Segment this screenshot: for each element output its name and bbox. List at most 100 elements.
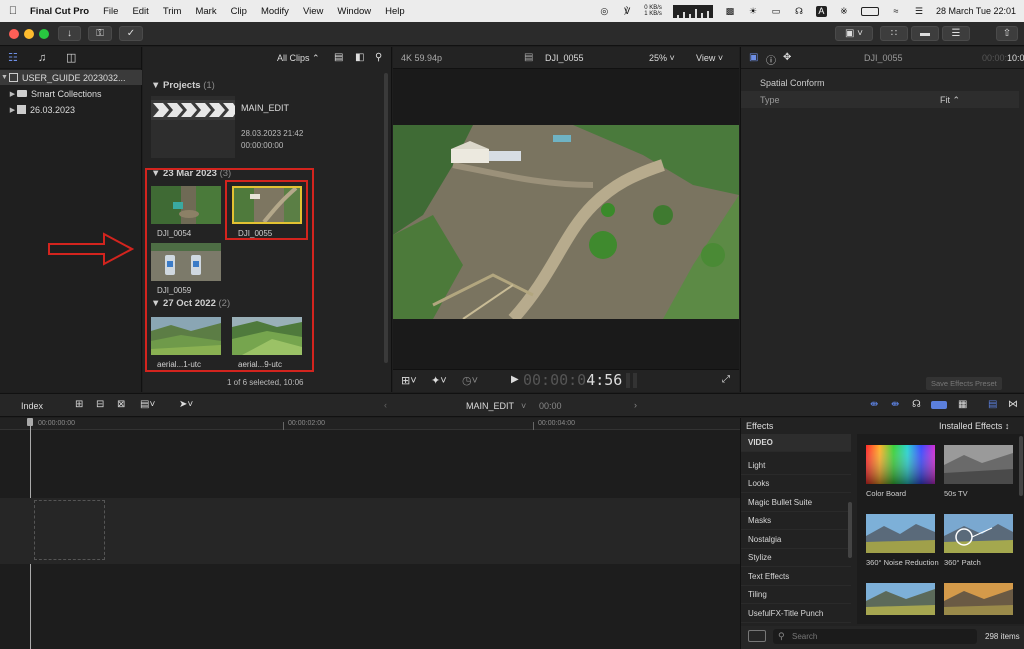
menu-edit[interactable]: Edit bbox=[125, 6, 155, 17]
menubar-datetime[interactable]: 28 March Tue 22:01 bbox=[936, 6, 1016, 16]
transitions-icon[interactable]: ✥ bbox=[783, 52, 791, 63]
display-icon[interactable]: ▭ bbox=[770, 6, 782, 17]
type-dropdown[interactable]: Fit ⌃ bbox=[940, 95, 960, 106]
bluetooth-icon[interactable]: ※ bbox=[838, 6, 850, 17]
show-timeline-button[interactable]: ▬ bbox=[911, 26, 939, 41]
disclosure-closed-icon[interactable]: ▶ bbox=[8, 90, 17, 98]
effects-category-item[interactable]: Nostalgia bbox=[741, 531, 851, 549]
snapping-icon[interactable] bbox=[931, 401, 947, 409]
effect-thumbnail[interactable] bbox=[866, 514, 935, 553]
category-scrollbar[interactable] bbox=[848, 502, 852, 558]
apple-icon[interactable]:  bbox=[0, 5, 26, 17]
effect-thumbnail[interactable] bbox=[944, 514, 1013, 553]
effects-category-item[interactable]: Text Effects bbox=[741, 568, 851, 586]
sidebar-item-smart-collections[interactable]: ▶ Smart Collections bbox=[0, 86, 142, 101]
overwrite-clip-icon[interactable]: ▤˅ bbox=[140, 399, 155, 410]
info-icon[interactable]: ⓘ bbox=[766, 52, 776, 67]
empty-clip-placeholder[interactable] bbox=[34, 500, 105, 560]
effects-grid-scrollbar[interactable] bbox=[1019, 436, 1023, 496]
menu-mark[interactable]: Mark bbox=[188, 6, 223, 17]
clip-filter-dropdown[interactable]: All Clips ⌃ bbox=[277, 53, 320, 64]
effects-category-item[interactable]: Stylize bbox=[741, 549, 851, 567]
clip-appearance-icon[interactable]: ▦ bbox=[958, 399, 967, 410]
play-icon[interactable]: ▶ bbox=[511, 374, 519, 385]
primary-storyline[interactable] bbox=[0, 498, 740, 564]
effect-thumbnail[interactable] bbox=[944, 445, 1013, 484]
effects-category-item[interactable]: Tiling bbox=[741, 586, 851, 604]
zoom-dropdown[interactable]: 25% ˅ bbox=[649, 53, 675, 63]
keywords-button[interactable]: ⚿ bbox=[88, 26, 112, 41]
effects-search-input[interactable]: ⚲ Search bbox=[773, 629, 977, 644]
playhead-handle[interactable] bbox=[27, 418, 33, 426]
timeline-ruler[interactable]: 00:00:00:00 00:00:02:00 00:00:04:00 bbox=[0, 418, 740, 430]
libraries-icon[interactable]: ☷ bbox=[8, 52, 22, 64]
enhance-wand-icon[interactable]: ✦˅ bbox=[431, 374, 447, 387]
photos-audio-icon[interactable]: ♫ bbox=[38, 52, 52, 64]
retime-icon[interactable]: ◷˅ bbox=[462, 374, 478, 387]
screen-mirror-icon[interactable]: ▩ bbox=[724, 6, 736, 17]
viewer-frame[interactable] bbox=[393, 125, 739, 319]
insert-clip-icon[interactable]: ⊟ bbox=[96, 399, 104, 410]
history-forward-icon[interactable]: › bbox=[634, 400, 637, 410]
transitions-browser-icon[interactable]: ⋈ bbox=[1008, 399, 1018, 410]
disclosure-open-icon[interactable]: ▼ bbox=[0, 74, 9, 81]
video-inspector-icon[interactable]: ▣ bbox=[749, 52, 758, 63]
index-button[interactable]: Index bbox=[21, 401, 43, 411]
timeline[interactable]: 00:00:00:00 00:00:02:00 00:00:04:00 bbox=[0, 418, 740, 649]
connect-clip-icon[interactable]: ⊞ bbox=[75, 399, 83, 410]
show-inspector-button[interactable]: ☰ bbox=[942, 26, 970, 41]
creative-cloud-icon[interactable]: ◎ bbox=[598, 6, 610, 17]
project-name-label[interactable]: MAIN_EDIT bbox=[466, 401, 514, 411]
wifi-icon[interactable]: ≈ bbox=[890, 6, 902, 17]
effects-browser-icon[interactable]: ▤ bbox=[988, 399, 997, 410]
sidebar-toggle-icon[interactable] bbox=[748, 630, 766, 642]
import-button[interactable]: ↓ bbox=[58, 26, 81, 41]
menu-clip[interactable]: Clip bbox=[224, 6, 254, 17]
control-center-icon[interactable]: ☰ bbox=[913, 6, 925, 17]
effect-thumbnail[interactable] bbox=[944, 583, 1013, 615]
menu-modify[interactable]: Modify bbox=[254, 6, 296, 17]
audio-skimming-icon[interactable]: ⇼ bbox=[891, 399, 899, 410]
headphones-icon[interactable]: ☊ bbox=[912, 399, 921, 410]
transform-tool-icon[interactable]: ⊞˅ bbox=[401, 374, 417, 387]
project-name[interactable]: MAIN_EDIT bbox=[241, 103, 289, 113]
menu-file[interactable]: File bbox=[96, 6, 125, 17]
battery-icon[interactable] bbox=[860, 6, 879, 16]
effect-thumbnail[interactable] bbox=[866, 583, 935, 615]
show-browser-button[interactable]: ∷ bbox=[880, 26, 908, 41]
effects-category-item[interactable]: Magic Bullet Suite bbox=[741, 494, 851, 512]
effects-category-item[interactable]: Masks bbox=[741, 512, 851, 530]
effects-category-item[interactable]: UsefulFX-Title Punch bbox=[741, 605, 851, 623]
save-effects-preset-button[interactable]: Save Effects Preset bbox=[926, 377, 1002, 390]
view-dropdown[interactable]: View ˅ bbox=[696, 53, 723, 63]
installed-effects-dropdown[interactable]: Installed Effects ↕ bbox=[939, 421, 1009, 431]
share-button[interactable]: ⇧ bbox=[996, 26, 1018, 41]
history-back-icon[interactable]: ‹ bbox=[384, 400, 387, 410]
library-item[interactable]: ▼ USER_GUIDE 2023032... bbox=[0, 70, 142, 85]
append-clip-icon[interactable]: ⊠ bbox=[117, 399, 125, 410]
project-thumbnail[interactable] bbox=[151, 96, 235, 158]
minimize-window-button[interactable] bbox=[24, 29, 34, 39]
video-only-icon[interactable]: ⇼ bbox=[870, 399, 878, 410]
menu-view[interactable]: View bbox=[296, 6, 330, 17]
project-name-dropdown-icon[interactable]: ˅ bbox=[521, 401, 526, 411]
effects-category-video[interactable]: VIDEO bbox=[741, 434, 851, 452]
effects-category-item[interactable]: Light bbox=[741, 457, 851, 475]
workspace-button[interactable]: ▣ ˅ bbox=[835, 26, 873, 41]
menu-help[interactable]: Help bbox=[378, 6, 412, 17]
effect-thumbnail[interactable] bbox=[866, 445, 935, 484]
effects-category-item[interactable]: Looks bbox=[741, 475, 851, 493]
disclosure-closed-icon[interactable]: ▶ bbox=[8, 106, 17, 114]
sidebar-item-event[interactable]: ▶ 26.03.2023 bbox=[0, 102, 142, 117]
headphones-icon[interactable]: ☊ bbox=[793, 6, 805, 17]
projects-section-header[interactable]: ▼ Projects (1) bbox=[151, 80, 215, 91]
menu-window[interactable]: Window bbox=[330, 6, 378, 17]
clip-appearance-icon[interactable]: ▤ bbox=[334, 52, 343, 63]
menu-app[interactable]: Final Cut Pro bbox=[26, 6, 96, 17]
timecode-display[interactable]: 00:00:04:56 bbox=[523, 371, 622, 389]
input-source-icon[interactable]: A bbox=[815, 5, 827, 17]
menu-trim[interactable]: Trim bbox=[156, 6, 189, 17]
thermometer-icon[interactable]: ℣ bbox=[621, 6, 633, 17]
filmstrip-icon[interactable]: ◧ bbox=[355, 52, 364, 63]
browser-scrollbar[interactable] bbox=[384, 73, 388, 363]
